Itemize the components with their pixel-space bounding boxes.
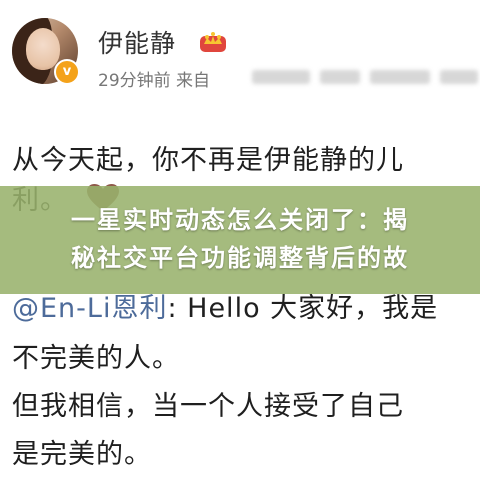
weibo-post: v 伊能静 29分钟前 来自 从今天起，你不再是伊能静的儿 利。 @En-Li恩… <box>0 0 480 480</box>
post-time[interactable]: 29分钟前 <box>98 71 171 91</box>
blurred-source <box>252 67 478 87</box>
mention-followup: : Hello 大家好，我是 <box>167 293 439 324</box>
source-prefix: 来自 <box>176 71 211 91</box>
avatar[interactable]: v <box>12 18 80 85</box>
mention-link[interactable]: @En-Li恩利 <box>12 293 167 324</box>
post-text-line: 从今天起，你不再是伊能静的儿 <box>12 145 404 176</box>
author-name[interactable]: 伊能静 <box>98 24 176 60</box>
post-text-line: 不完美的人。 <box>12 343 180 374</box>
headline-line: 一星实时动态怎么关闭了：揭 <box>71 206 409 234</box>
crown-icon <box>200 32 226 52</box>
post-text-line: 但我相信，当一个人接受了自己 <box>12 391 404 422</box>
post-meta: 29分钟前 来自 <box>98 66 210 91</box>
post-text-line: 是完美的。 <box>12 439 152 470</box>
verified-badge-icon: v <box>54 59 80 85</box>
headline-line: 秘社交平台功能调整背后的故 <box>71 244 409 272</box>
